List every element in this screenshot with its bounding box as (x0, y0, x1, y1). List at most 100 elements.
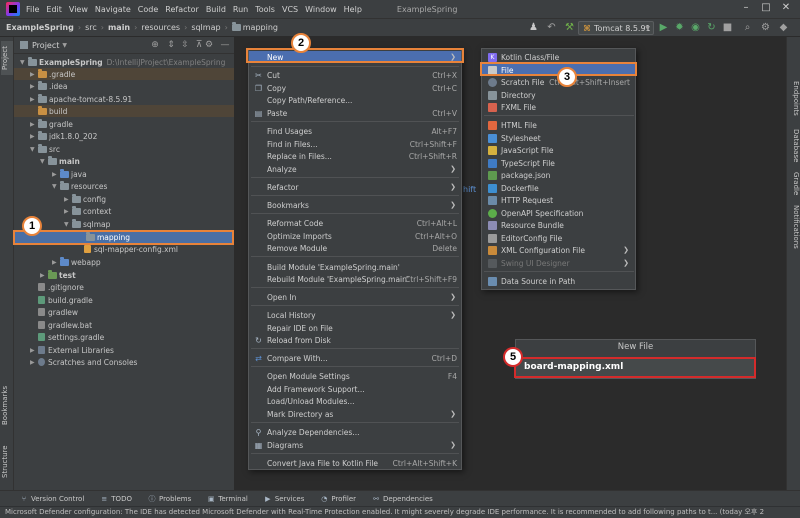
menu-item-paste[interactable]: ▤ Paste Ctrl+V (249, 107, 461, 119)
menu-item-local-history[interactable]: Local History ❯ (249, 309, 461, 321)
expand-all-icon[interactable]: ⇳ (180, 40, 190, 50)
tool-version-control[interactable]: ⑂ Version Control (20, 495, 84, 503)
tool-problems[interactable]: ⓘ Problems (148, 495, 191, 503)
coverage-icon[interactable]: ◉ (690, 22, 701, 33)
menu-view[interactable]: View (69, 5, 88, 14)
menu-item-refactor[interactable]: Refactor ❯ (249, 181, 461, 193)
tree-item-tomcat[interactable]: ▶ apache-tomcat-8.5.91 (30, 93, 132, 105)
menu-item-copy[interactable]: ❐ Copy Ctrl+C (249, 82, 461, 94)
tree-item-settings-gradle[interactable]: settings.gradle (38, 331, 104, 343)
user-icon[interactable]: ♟ (528, 22, 539, 33)
menu-item-rebuild-module[interactable]: Rebuild Module 'ExampleSpring.main' Ctrl… (249, 273, 461, 285)
tool-services[interactable]: ▶ Services (264, 495, 304, 503)
submenu-item-xml-config[interactable]: XML Configuration File ❯ (482, 244, 635, 256)
tree-item-build-dir[interactable]: build (14, 105, 234, 117)
ide-logo-icon[interactable]: ◆ (778, 22, 789, 33)
menu-file[interactable]: File (26, 5, 39, 14)
tree-item-sql-mapper-config[interactable]: sql-mapper-config.xml (84, 243, 178, 255)
menu-item-repair-ide[interactable]: Repair IDE on File (249, 322, 461, 334)
tree-item-gradle[interactable]: ▶ gradle (30, 118, 73, 130)
submenu-item-html[interactable]: HTML File (482, 119, 635, 131)
tree-item-scratches[interactable]: ▶ Scratches and Consoles (30, 356, 137, 368)
breadcrumb-resources[interactable]: resources (141, 23, 180, 32)
menu-refactor[interactable]: Refactor (165, 5, 199, 14)
menu-edit[interactable]: Edit (46, 5, 62, 14)
tab-notifications[interactable]: Notifications (788, 205, 800, 249)
menu-item-convert-to-kotlin[interactable]: Convert Java File to Kotlin File Ctrl+Al… (249, 457, 461, 469)
tree-item-src[interactable]: ▼ src (30, 143, 60, 155)
minimize-icon[interactable]: – (740, 2, 752, 14)
tree-item-gradlew[interactable]: gradlew (38, 306, 78, 318)
tool-todo[interactable]: ≡ TODO (100, 495, 132, 503)
menu-item-analyze[interactable]: Analyze ❯ (249, 163, 461, 175)
menu-item-open-in[interactable]: Open In ❯ (249, 291, 461, 303)
add-icon[interactable]: ⊕ (150, 40, 160, 50)
menu-item-reformat-code[interactable]: Reformat Code Ctrl+Alt+L (249, 217, 461, 229)
filename-input[interactable]: board-mapping.xml (516, 358, 755, 377)
submenu-item-dockerfile[interactable]: Dockerfile (482, 182, 635, 194)
breadcrumb-sqlmap[interactable]: sqlmap (191, 23, 220, 32)
submenu-item-swing-ui[interactable]: Swing UI Designer ❯ (482, 257, 635, 269)
status-bar-message[interactable]: Microsoft Defender configuration: The ID… (0, 506, 800, 518)
menu-item-find-usages[interactable]: Find Usages Alt+F7 (249, 125, 461, 137)
tree-item-gitignore[interactable]: .gitignore (38, 281, 84, 293)
tab-project[interactable]: Project (1, 41, 13, 75)
menu-item-replace-in-files[interactable]: Replace in Files... Ctrl+Shift+R (249, 150, 461, 162)
menu-item-add-framework[interactable]: Add Framework Support... (249, 383, 461, 395)
breadcrumb-mapping[interactable]: mapping (243, 23, 278, 32)
tree-item-project-root[interactable]: ▼ ExampleSpring D:\IntelliJProject\Examp… (20, 56, 225, 68)
run-icon[interactable]: ▶ (658, 22, 669, 33)
tree-item-sqlmap[interactable]: ▼ sqlmap (64, 218, 110, 230)
menu-item-module-settings[interactable]: Open Module Settings F4 (249, 370, 461, 382)
gear-icon[interactable]: ⚙ (204, 40, 214, 50)
submenu-item-editorconfig[interactable]: EditorConfig File (482, 232, 635, 244)
close-icon[interactable]: ✕ (780, 2, 792, 14)
menu-item-reload-from-disk[interactable]: ↻ Reload from Disk (249, 334, 461, 346)
tree-item-main[interactable]: ▼ main (40, 155, 80, 167)
tree-item-external-libraries[interactable]: ▶ External Libraries (30, 344, 114, 356)
submenu-item-data-source[interactable]: Data Source in Path (482, 275, 635, 287)
settings-icon[interactable]: ⚙ (760, 22, 771, 33)
menu-item-copy-path[interactable]: Copy Path/Reference... (249, 94, 461, 106)
menu-item-build-module[interactable]: Build Module 'ExampleSpring.main' (249, 261, 461, 273)
submenu-item-openapi[interactable]: OpenAPI Specification (482, 207, 635, 219)
menu-item-diagrams[interactable]: ▦ Diagrams ❯ (249, 439, 461, 451)
collapse-icon[interactable]: ⊼ (194, 40, 204, 50)
tree-item-idea[interactable]: ▶ .idea (30, 80, 67, 92)
tool-dependencies[interactable]: ⚯ Dependencies (372, 495, 433, 503)
menu-item-analyze-dependencies[interactable]: ⚲ Analyze Dependencies... (249, 426, 461, 438)
tree-item-java[interactable]: ▶ java (52, 168, 87, 180)
breadcrumb-src[interactable]: src (85, 23, 97, 32)
menu-item-remove-module[interactable]: Remove Module Delete (249, 242, 461, 254)
menu-item-new[interactable]: New ❯ (249, 51, 461, 63)
menu-run[interactable]: Run (233, 5, 248, 14)
tool-terminal[interactable]: ▣ Terminal (207, 495, 248, 503)
menu-item-optimize-imports[interactable]: Optimize Imports Ctrl+Alt+O (249, 230, 461, 242)
menu-code[interactable]: Code (138, 5, 158, 14)
tab-gradle[interactable]: Gradle (788, 172, 800, 195)
menu-item-cut[interactable]: ✂ Cut Ctrl+X (249, 69, 461, 81)
tree-item-mapping[interactable]: mapping (14, 231, 234, 243)
hammer-icon[interactable]: ⚒ (564, 22, 575, 33)
submenu-item-resource-bundle[interactable]: Resource Bundle (482, 219, 635, 231)
menu-help[interactable]: Help (344, 5, 362, 14)
breadcrumb-main[interactable]: main (108, 23, 130, 32)
chevron-down-icon[interactable]: ▼ (62, 42, 67, 49)
menu-item-bookmarks[interactable]: Bookmarks ❯ (249, 199, 461, 211)
tree-item-gradlew-bat[interactable]: gradlew.bat (38, 319, 92, 331)
tab-structure[interactable]: Structure (1, 442, 13, 482)
menu-vcs[interactable]: VCS (282, 5, 298, 14)
tab-database[interactable]: Database (788, 129, 800, 162)
maximize-icon[interactable]: □ (760, 2, 772, 14)
tree-item-webapp[interactable]: ▶ webapp (52, 256, 101, 268)
tree-item-config[interactable]: ▶ config (64, 193, 106, 205)
menu-build[interactable]: Build (206, 5, 226, 14)
tab-endpoints[interactable]: Endpoints (788, 81, 800, 116)
tree-item-gradle-dir[interactable]: ▶ .gradle (14, 68, 234, 80)
menu-navigate[interactable]: Navigate (95, 5, 131, 14)
menu-window[interactable]: Window (305, 5, 337, 14)
menu-item-find-in-files[interactable]: Find in Files... Ctrl+Shift+F (249, 138, 461, 150)
submenu-item-http-request[interactable]: HTTP Request (482, 194, 635, 206)
debug-icon[interactable]: ✹ (674, 22, 685, 33)
back-arrow-icon[interactable]: ↶ (546, 22, 557, 33)
